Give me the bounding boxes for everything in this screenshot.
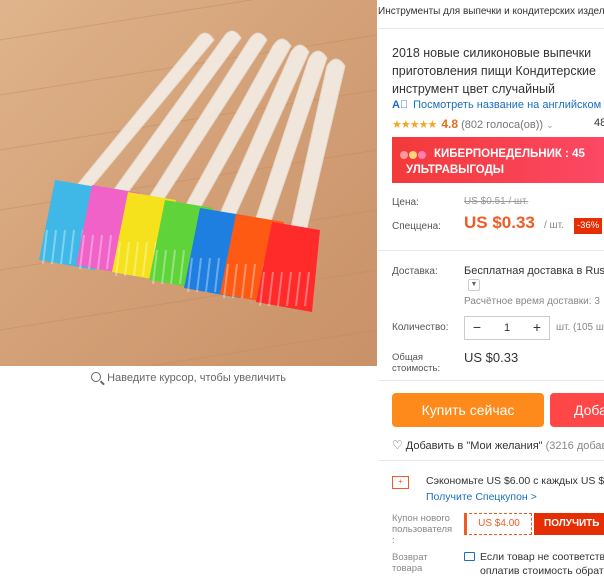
price-unit: / шт. [544,220,564,231]
add-to-cart-button[interactable]: Доба [550,393,604,427]
return-label: Возврат товара [392,552,428,574]
shipping-label: Доставка: [392,266,438,277]
translate-link[interactable]: A⃝ Посмотреть название на английском [392,99,601,111]
quantity-decrement-button[interactable]: − [465,317,489,339]
divider [378,250,604,251]
quantity-increment-button[interactable]: + [525,317,549,339]
get-special-coupon-link[interactable]: Получите Спецкупон > [426,491,537,503]
order-count: 4872 [594,117,604,129]
product-image[interactable] [0,0,377,366]
banner-dots-icon [400,146,427,164]
coupon-icon: + [392,476,409,489]
divider [378,380,604,381]
banner-subtitle: УЛЬТРАВЫГОДЫ [406,164,505,176]
total-label: Общая стоимость: [392,352,441,374]
promo-banner[interactable]: КИБЕРПОНЕДЕЛЬНИК : 45 УЛЬТРАВЫГОДЫ [392,137,604,183]
special-price: US $0.33 [464,213,535,232]
divider [378,460,604,461]
total-price: US $0.33 [464,350,519,365]
banner-title: КИБЕРПОНЕДЕЛЬНИК : 45 [434,148,585,160]
product-photo [0,0,377,366]
buy-now-button[interactable]: Купить сейчас [392,393,544,427]
zoom-hint: Наведите курсор, чтобы увеличить [0,372,377,384]
product-title: 2018 новые силиконовые выпечки приготовл… [392,46,596,96]
chevron-down-icon: ⌄ [546,120,554,130]
special-price-label: Спеццена: [392,221,441,232]
stock-available: шт. (105 ш [556,322,604,333]
magnifier-icon [91,372,101,382]
return-policy-text: Если товар не соответств оплатив стоимос… [480,550,604,578]
translate-link-text: Посмотреть название на английском [413,99,602,111]
product-info: Инструменты для выпечки и кондитерских и… [378,0,604,581]
breadcrumb[interactable]: Инструменты для выпечки и кондитерских и… [378,6,604,17]
zoom-hint-text: Наведите курсор, чтобы увеличить [107,372,286,384]
star-rating-icon: ★★★★★ [392,119,437,131]
shipping-time: Расчётное время доставки: 3 [464,296,600,307]
divider [378,28,604,29]
return-policy-line1: Если товар не соответств [480,551,604,563]
new-user-coupon-label: Купон нового пользователя : [392,513,453,546]
quantity-stepper: − 1 + [464,316,550,340]
price-label: Цена: [392,197,419,208]
return-policy-icon [464,552,475,561]
return-policy-line2: оплатив стоимость обрат [480,565,604,577]
translate-icon: A⃝ [392,99,409,111]
chevron-down-icon[interactable]: ▼ [468,279,480,291]
wishlist-count: (3216 добав [545,440,604,452]
discount-badge: -36% [574,218,603,234]
wishlist-link[interactable]: ♡ Добавить в "Мои желания" (3216 добав [392,438,604,452]
wishlist-label: Добавить в "Мои желания" [405,440,543,452]
rating-value: 4.8 [441,117,459,131]
quantity-input[interactable]: 1 [489,317,525,339]
coupon-save-text: Сэкономьте US $6.00 с каждых US $6 [426,475,604,487]
quantity-label: Количество: [392,322,449,333]
get-coupon-button[interactable]: ПОЛУЧИТЬ [534,513,604,535]
shipping-method[interactable]: Бесплатная доставка в Russ [464,265,604,277]
rating-votes: (802 голоса(ов)) [461,119,544,131]
rating-row[interactable]: ★★★★★ 4.8 (802 голоса(ов)) ⌄ 4872 [392,117,604,131]
old-price: US $0.51 / шт. [464,196,529,207]
heart-icon: ♡ [392,438,403,452]
coupon-amount: US $4.00 [464,513,532,535]
